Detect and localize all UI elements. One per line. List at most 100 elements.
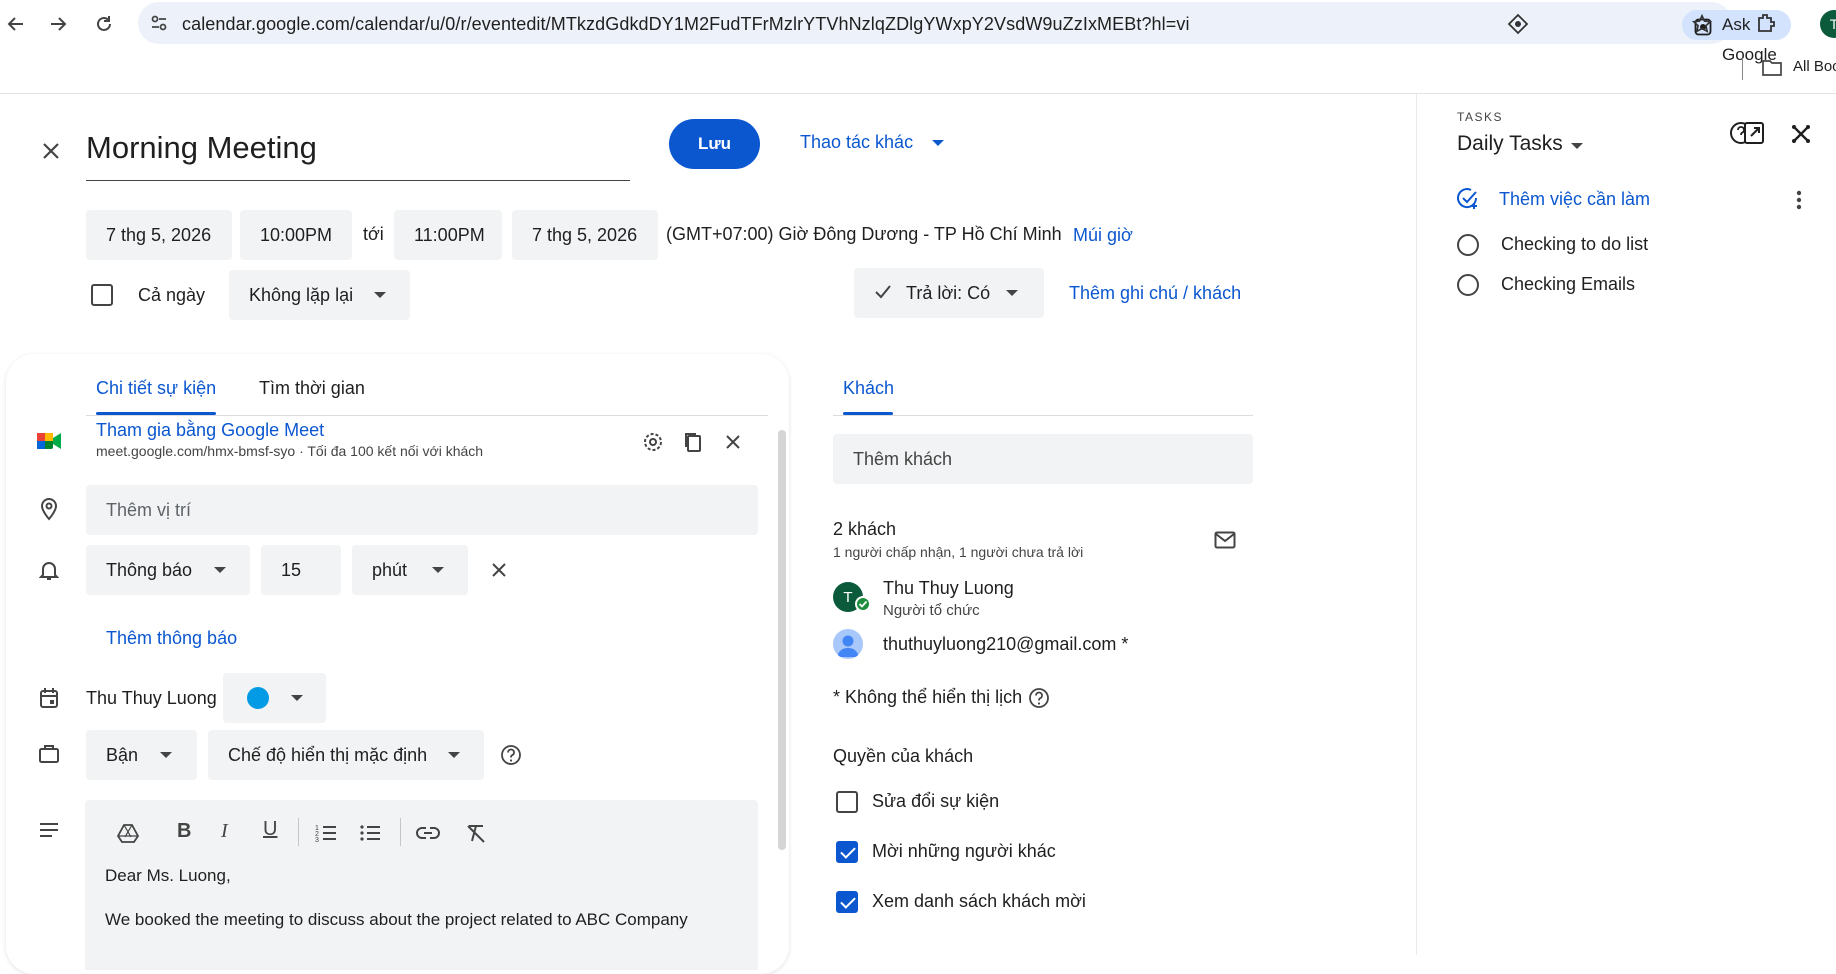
all-day-checkbox[interactable]	[91, 284, 113, 306]
task-item[interactable]: Checking to do list	[1501, 234, 1648, 255]
open-in-new-tab-icon[interactable]	[1729, 118, 1765, 148]
calendar-color-select[interactable]	[223, 673, 326, 723]
add-task-icon[interactable]	[1455, 186, 1481, 212]
briefcase-icon	[36, 741, 62, 767]
guest-name[interactable]: Thu Thuy Luong	[883, 578, 1014, 599]
calendar-color-dot	[247, 687, 269, 709]
notification-type-select[interactable]: Thông báo	[86, 545, 250, 595]
add-note-guest-link[interactable]: Thêm ghi chú / khách	[1069, 283, 1241, 304]
bold-icon[interactable]: B	[177, 820, 191, 843]
add-notification-link[interactable]: Thêm thông báo	[106, 628, 237, 649]
description-line-2: We booked the meeting to discuss about t…	[105, 910, 688, 929]
svg-text:3: 3	[315, 837, 319, 843]
toolbar-divider	[400, 818, 401, 846]
folder-icon	[1760, 56, 1784, 80]
save-button[interactable]: Lưu	[669, 119, 760, 169]
copy-icon[interactable]	[680, 429, 706, 455]
notification-unit-select[interactable]: phút	[352, 545, 468, 595]
chevron-down-icon	[214, 567, 226, 573]
settings-gear-icon[interactable]	[640, 429, 666, 455]
bulleted-list-icon[interactable]	[357, 820, 383, 846]
close-icon[interactable]	[38, 138, 64, 164]
google-drive-icon[interactable]	[115, 820, 141, 846]
details-scrollbar[interactable]	[778, 430, 786, 850]
end-time-field[interactable]: 11:00PM	[394, 210, 502, 260]
join-meet-link[interactable]: Tham gia bằng Google Meet	[96, 420, 324, 441]
event-title[interactable]: Morning Meeting	[86, 130, 317, 166]
back-icon[interactable]	[0, 8, 32, 40]
task-list-name[interactable]: Daily Tasks	[1457, 132, 1563, 156]
description-icon	[36, 817, 62, 843]
all-bookmarks-label[interactable]: All Boo	[1793, 58, 1836, 75]
lens-icon[interactable]	[1506, 12, 1530, 36]
guests-tab-divider	[833, 415, 1253, 416]
accepted-check-icon	[855, 596, 871, 612]
notification-value-input[interactable]: 15	[261, 545, 341, 595]
all-day-label: Cả ngày	[138, 285, 206, 305]
permission-invite-checkbox[interactable]	[836, 841, 858, 863]
underline-icon[interactable]: U	[263, 818, 277, 841]
location-input[interactable]: Thêm vị trí	[86, 485, 758, 535]
numbered-list-icon[interactable]: 123	[313, 820, 339, 846]
permission-modify-label: Sửa đổi sự kiện	[872, 791, 1000, 811]
help-icon[interactable]	[1026, 685, 1052, 711]
more-options-icon[interactable]	[1789, 188, 1809, 212]
tab-find-time[interactable]: Tìm thời gian	[259, 378, 365, 399]
add-guests-input[interactable]: Thêm khách	[833, 434, 1253, 484]
end-date-field[interactable]: 7 thg 5, 2026	[512, 210, 658, 260]
availability-select[interactable]: Bận	[86, 730, 197, 780]
tasks-header: TASKS	[1457, 110, 1503, 124]
email-guests-icon[interactable]	[1212, 528, 1238, 552]
location-pin-icon	[36, 494, 62, 522]
tab-event-details[interactable]: Chi tiết sự kiện	[96, 378, 216, 399]
chevron-down-icon	[374, 292, 386, 298]
site-settings-icon[interactable]	[148, 12, 170, 34]
default-avatar-icon	[833, 629, 863, 659]
guest-summary: 1 người chấp nhận, 1 người chưa trả lời	[833, 544, 1084, 560]
more-actions-button[interactable]: Thao tác khác	[800, 132, 913, 153]
reload-icon[interactable]	[88, 8, 120, 40]
rsvp-select[interactable]: Trả lời: Có	[854, 268, 1044, 318]
permission-see-list-label: Xem danh sách khách mời	[872, 891, 1086, 911]
guest-email[interactable]: thuthuyluong210@gmail.com *	[883, 634, 1128, 655]
repeat-value: Không lặp lại	[249, 284, 354, 305]
profile-avatar[interactable]: T	[1820, 10, 1836, 38]
browser-toolbar: calendar.google.com/calendar/u/0/r/event…	[0, 0, 1836, 94]
bookmark-star-icon[interactable]	[1690, 12, 1714, 36]
remove-meet-icon[interactable]	[720, 429, 746, 455]
address-bar[interactable]: calendar.google.com/calendar/u/0/r/event…	[138, 2, 1791, 64]
notification-type-value: Thông báo	[106, 559, 193, 580]
help-icon[interactable]	[498, 742, 524, 768]
task-complete-radio[interactable]	[1457, 274, 1479, 296]
italic-icon[interactable]: I	[221, 820, 228, 843]
visibility-select[interactable]: Chế độ hiển thị mặc định	[208, 730, 484, 780]
permission-see-list-checkbox[interactable]	[836, 891, 858, 913]
extensions-icon[interactable]	[1752, 10, 1780, 36]
url-text: calendar.google.com/calendar/u/0/r/event…	[182, 14, 1190, 34]
task-item[interactable]: Checking Emails	[1501, 274, 1635, 295]
task-complete-radio[interactable]	[1457, 234, 1479, 256]
chevron-down-icon	[432, 567, 444, 573]
availability-value: Bận	[106, 744, 139, 765]
start-time-field[interactable]: 10:00PM	[240, 210, 352, 260]
permission-modify-checkbox[interactable]	[836, 791, 858, 813]
toolbar-divider	[298, 818, 299, 846]
timezone-label: (GMT+07:00) Giờ Đông Dương - TP Hồ Chí M…	[666, 224, 1062, 244]
task-list-caret-icon[interactable]	[1571, 143, 1583, 149]
bookmarks-divider	[1742, 58, 1743, 80]
tab-guests[interactable]: Khách	[843, 378, 894, 399]
rsvp-value: Trả lời: Có	[906, 282, 991, 303]
chevron-down-icon	[1006, 290, 1018, 296]
timezone-link[interactable]: Múi giờ	[1073, 225, 1133, 246]
link-icon[interactable]	[415, 820, 441, 846]
meet-info: meet.google.com/hmx-bmsf-syo · Tối đa 10…	[96, 443, 484, 459]
close-panel-icon[interactable]	[1787, 120, 1815, 148]
start-date-field[interactable]: 7 thg 5, 2026	[86, 210, 232, 260]
repeat-select[interactable]: Không lặp lại	[229, 270, 410, 320]
forward-icon[interactable]	[42, 8, 74, 40]
add-task-button[interactable]: Thêm việc cần làm	[1499, 189, 1650, 210]
clear-formatting-icon[interactable]	[463, 820, 489, 846]
remove-notification-icon[interactable]	[486, 557, 512, 583]
guest-role: Người tổ chức	[883, 602, 980, 619]
description-editor[interactable]: B I U 123 Dear Ms. Luong, We booked the …	[85, 800, 758, 970]
